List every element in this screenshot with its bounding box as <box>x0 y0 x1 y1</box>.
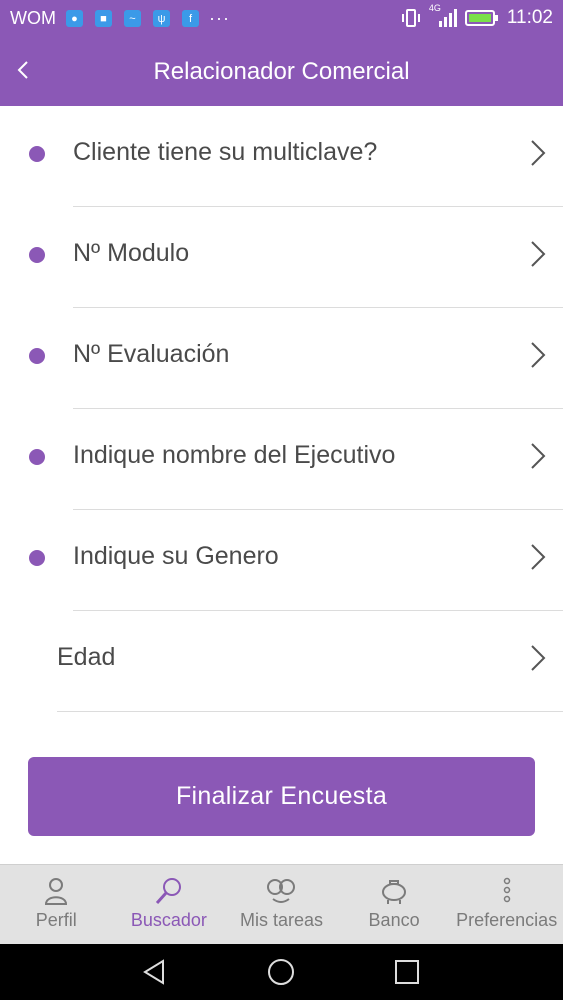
question-label: Indique nombre del Ejecutivo <box>73 441 396 469</box>
chevron-right-icon <box>531 342 546 368</box>
tasks-icon <box>267 879 296 903</box>
question-row[interactable]: Edad <box>0 611 563 712</box>
tab-label: Perfil <box>35 910 77 930</box>
finalize-survey-button[interactable]: Finalizar Encuesta <box>28 757 535 836</box>
tab-banco[interactable]: Banco <box>338 865 451 945</box>
clock: 11:02 <box>506 7 553 28</box>
battery-icon <box>464 10 498 26</box>
answered-check-icon <box>29 146 45 162</box>
back-triangle-icon[interactable] <box>141 958 169 986</box>
signal-icon: 4G <box>429 3 457 29</box>
question-label: Nº Evaluación <box>73 340 230 368</box>
app-header: Relacionador Comercial <box>0 38 563 106</box>
recents-square-icon[interactable] <box>393 958 421 986</box>
tab-label: Mis tareas <box>239 910 323 930</box>
row-divider <box>57 711 563 712</box>
usb-notification-icon: ψ <box>152 10 170 27</box>
location-notification-icon: ● <box>65 10 83 27</box>
app-notification-icon: ■ <box>94 10 112 27</box>
question-label: Cliente tiene su multiclave? <box>73 138 378 166</box>
magnifier-icon <box>155 878 181 905</box>
question-row[interactable]: Nº Evaluación <box>0 308 563 409</box>
piggy-bank-icon <box>382 880 407 904</box>
tab-buscador[interactable]: Buscador <box>113 865 226 945</box>
question-list: Cliente tiene su multiclave? Nº Modulo N… <box>0 106 563 712</box>
more-vertical-icon <box>503 877 510 903</box>
page-title: Relacionador Comercial <box>153 58 410 85</box>
tab-label: Preferencias <box>456 910 558 930</box>
tab-perfil[interactable]: Perfil <box>0 865 113 945</box>
question-row[interactable]: Cliente tiene su multiclave? <box>0 106 563 207</box>
tab-label: Buscador <box>130 910 207 930</box>
status-bar: WOM ● ■ ~ ψ f ··· 4G 11:02 <box>0 0 563 38</box>
tab-label: Banco <box>368 910 420 930</box>
facebook-notification-icon: f <box>181 10 199 27</box>
question-label: Edad <box>57 643 116 671</box>
chevron-right-icon <box>531 443 546 469</box>
chevron-right-icon <box>531 140 546 166</box>
answered-check-icon <box>29 449 45 465</box>
system-navigation-bar <box>0 944 563 1000</box>
home-circle-icon[interactable] <box>267 958 295 986</box>
chevron-right-icon <box>531 241 546 267</box>
answered-check-icon <box>29 550 45 566</box>
chevron-right-icon <box>531 544 546 570</box>
tab-mis-tareas[interactable]: Mis tareas <box>225 865 338 945</box>
vibrate-icon <box>401 9 420 27</box>
answered-check-icon <box>29 247 45 263</box>
question-row[interactable]: Indique su Genero <box>0 510 563 611</box>
question-row[interactable]: Indique nombre del Ejecutivo <box>0 409 563 510</box>
carrier-label: WOM <box>10 8 56 28</box>
more-notifications-icon: ··· <box>208 8 230 28</box>
question-label: Indique su Genero <box>73 542 279 570</box>
question-label: Nº Modulo <box>73 239 190 267</box>
chevron-right-icon <box>531 645 546 671</box>
tab-preferencias[interactable]: Preferencias <box>450 865 563 945</box>
health-notification-icon: ~ <box>123 10 141 27</box>
question-row[interactable]: Nº Modulo <box>0 207 563 308</box>
bottom-tab-bar: Perfil Buscador Mis tareas Banco Prefere… <box>0 864 563 945</box>
person-icon <box>45 878 68 905</box>
answered-check-icon <box>29 348 45 364</box>
